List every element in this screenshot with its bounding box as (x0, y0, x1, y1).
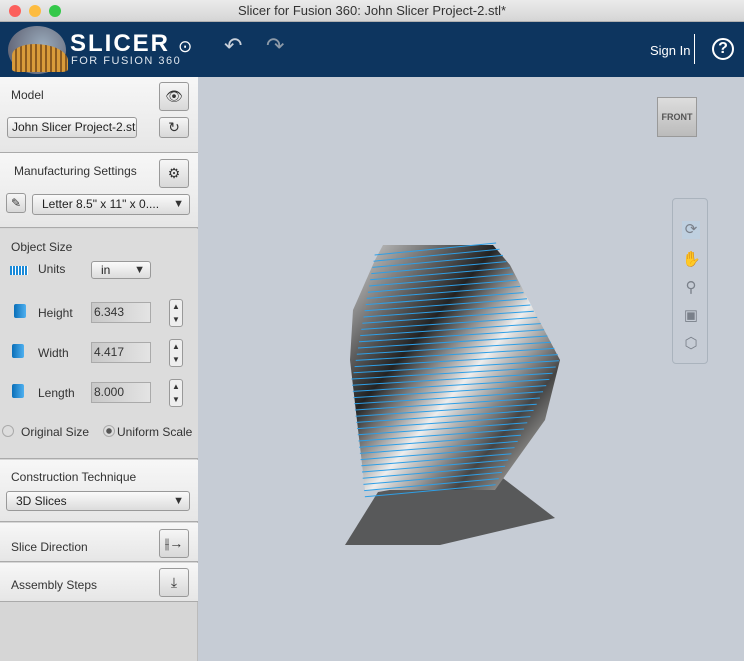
width-stepper[interactable]: ▲ ▼ (169, 339, 183, 367)
model-label: Model (11, 88, 44, 102)
eye-icon: 👁 (165, 88, 183, 104)
width-input[interactable]: 4.417 (91, 342, 151, 363)
sidebar: Model 👁 John Slicer Project-2.stl ↻ Manu… (0, 77, 198, 661)
manufacturing-settings-button[interactable]: ⚙ (159, 159, 189, 188)
units-value: in (101, 263, 111, 277)
model-render (345, 242, 560, 545)
brand-subtitle: FOR FUSION 360 (71, 55, 182, 67)
redo-icon[interactable]: ↷ (266, 33, 284, 59)
width-label: Width (38, 346, 69, 360)
menu-dropdown-icon[interactable]: ⊙ (178, 37, 192, 57)
minimize-window-button[interactable] (29, 5, 41, 17)
fit-icon[interactable]: ▣ (682, 307, 700, 325)
slice-direction-icon: ⫲→ (164, 535, 184, 551)
manufacturing-section: Manufacturing Settings ⚙ ✎ Letter 8.5" x… (0, 153, 198, 228)
pencil-icon: ✎ (10, 196, 22, 210)
uniform-scale-label: Uniform Scale (117, 425, 193, 439)
manufacturing-label: Manufacturing Settings (14, 164, 137, 178)
uniform-scale-radio[interactable] (103, 425, 115, 437)
window-title: Slicer for Fusion 360: John Slicer Proje… (237, 3, 507, 18)
length-stepper[interactable]: ▲ ▼ (169, 379, 183, 407)
sign-in-link[interactable]: Sign In (650, 43, 690, 58)
object-size-label: Object Size (11, 240, 73, 254)
slice-direction-button[interactable]: ⫲→ (159, 529, 189, 558)
refresh-icon: ↻ (168, 119, 180, 135)
length-input[interactable]: 8.000 (91, 382, 151, 403)
length-label: Length (38, 386, 75, 400)
chevron-down-icon: ▼ (134, 264, 145, 276)
3d-viewport[interactable] (199, 77, 744, 661)
height-dimension-icon (14, 304, 26, 318)
construction-label: Construction Technique (11, 470, 137, 484)
height-stepper[interactable]: ▲ ▼ (169, 299, 183, 327)
gear-icon: ⚙ (167, 165, 181, 181)
view-cube-front[interactable]: FRONT (657, 97, 697, 137)
model-section: Model 👁 John Slicer Project-2.stl ↻ (0, 77, 198, 153)
slice-direction-label: Slice Direction (11, 540, 88, 554)
help-icon[interactable]: ? (712, 38, 734, 60)
construction-dropdown[interactable]: 3D Slices ▼ (6, 491, 190, 511)
units-label: Units (38, 262, 66, 276)
assembly-steps-button[interactable]: ⤓ (159, 568, 189, 597)
assembly-steps-icon: ⤓ (170, 574, 178, 590)
slice-direction-section: Slice Direction ⫲→ (0, 523, 198, 562)
model-body (350, 245, 560, 490)
preset-dropdown[interactable]: Letter 8.5" x 11" x 0.... ▼ (32, 194, 190, 215)
edit-preset-button[interactable]: ✎ (6, 193, 26, 213)
header-divider (694, 34, 695, 64)
app-header: SLICER FOR FUSION 360 ⊙ ↶ ↷ Sign In ? (0, 22, 744, 77)
chevron-down-icon: ▼ (173, 198, 184, 210)
orbit-icon[interactable]: ⟳ (682, 221, 700, 239)
navigation-bar: ⟳ ✋ ⚲ ▣ ⬡ (672, 198, 708, 364)
length-dimension-icon (12, 384, 24, 398)
ruler-icon (10, 266, 28, 275)
height-label: Height (38, 306, 73, 320)
preset-value: Letter 8.5" x 11" x 0.... (42, 197, 160, 211)
assembly-steps-label: Assembly Steps (11, 578, 98, 592)
construction-section: Construction Technique 3D Slices ▼ (0, 460, 198, 522)
assembly-steps-section: Assembly Steps ⤓ (0, 563, 198, 602)
brand-name: SLICER (70, 30, 171, 57)
original-size-label: Original Size (21, 425, 90, 439)
original-size-radio[interactable] (2, 425, 14, 437)
refresh-button[interactable]: ↻ (159, 117, 189, 138)
zoom-icon[interactable]: ⚲ (682, 279, 700, 297)
title-bar: Slicer for Fusion 360: John Slicer Proje… (0, 0, 744, 22)
construction-value: 3D Slices (16, 494, 67, 508)
chevron-down-icon: ▼ (173, 495, 184, 507)
units-dropdown[interactable]: in ▼ (91, 261, 151, 279)
close-window-button[interactable] (9, 5, 21, 17)
width-dimension-icon (12, 344, 24, 358)
undo-icon[interactable]: ↶ (224, 33, 242, 59)
maximize-window-button[interactable] (49, 5, 61, 17)
pan-icon[interactable]: ✋ (682, 251, 701, 269)
slicer-logo-icon (8, 26, 68, 74)
visibility-button[interactable]: 👁 (159, 82, 189, 111)
object-size-section: Object Size Units in ▼ Height 6.343 ▲ ▼ Wi… (0, 229, 198, 459)
model-file-field[interactable]: John Slicer Project-2.stl (7, 117, 137, 138)
height-input[interactable]: 6.343 (91, 302, 151, 323)
home-view-icon[interactable]: ⬡ (682, 335, 700, 353)
